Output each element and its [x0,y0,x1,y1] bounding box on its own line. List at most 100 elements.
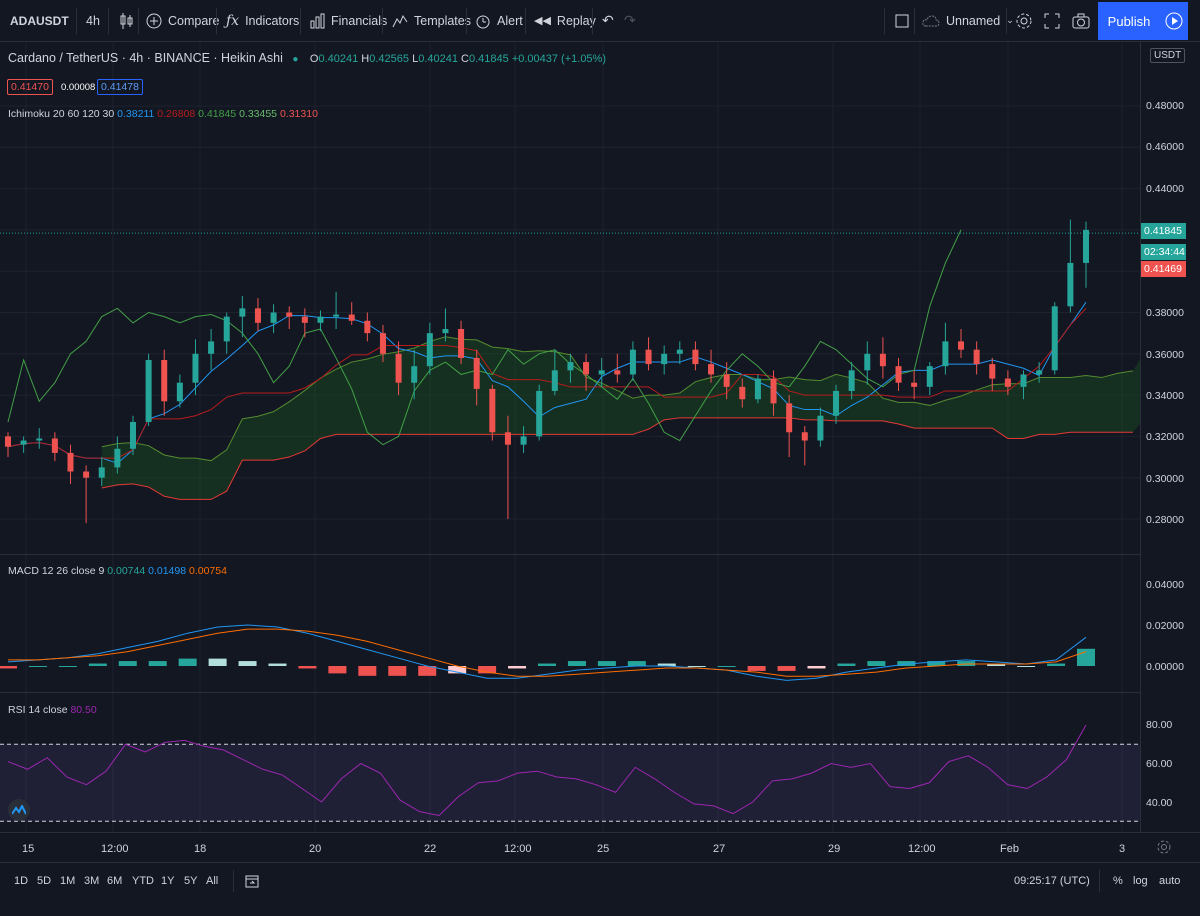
candle-body [254,308,261,323]
alert-button[interactable]: Alert [469,0,529,41]
macd-histogram-bar [148,661,167,666]
ichimoku-legend[interactable]: Ichimoku 20 60 120 30 0.38211 0.26808 0.… [8,108,318,120]
candle-body [208,341,215,354]
bid-button[interactable]: 0.41470 [7,79,53,95]
range-1y-button[interactable]: 1Y [161,875,174,887]
replay-button[interactable]: ◀◀ Replay [528,0,602,41]
interval-button[interactable]: 4h [80,0,106,41]
fx-icon: ƒx [226,12,240,29]
bar-chart-icon [310,13,325,28]
range-5y-button[interactable]: 5Y [184,875,197,887]
candle-body [176,382,183,402]
candle-body [958,341,965,350]
chart-type-button[interactable] [112,0,140,41]
multi-layout-button[interactable] [888,0,916,41]
candle-body [98,467,105,478]
pane-divider[interactable] [0,692,1140,693]
interval-label: 4h [86,13,100,28]
candle-body [1083,229,1089,263]
range-all-button[interactable]: All [206,875,218,887]
candle-body [583,362,590,375]
indicators-button[interactable]: ƒx Indicators [220,0,305,41]
macd-histogram-bar [238,661,257,666]
symbol-search-button[interactable]: ADAUSDT [4,0,75,41]
time-tick: 12:00 [101,843,129,855]
chart-canvas[interactable] [0,42,1140,832]
time-tick: 18 [194,843,207,855]
candle-body [661,353,668,365]
range-5d-button[interactable]: 5D [37,875,51,887]
macd-histogram-bar [88,663,107,666]
range-ytd-button[interactable]: YTD [132,875,154,887]
financials-button[interactable]: Financials [303,0,393,41]
range-6m-button[interactable]: 6M [107,875,122,887]
templates-button[interactable]: Templates [386,0,477,41]
ichimoku-base: 0.26808 [157,108,196,120]
redo-button[interactable]: ↷ [618,0,642,41]
low-value: 0.40241 [418,53,458,65]
candle-body [458,329,465,358]
price-tick: 0.36000 [1146,349,1184,361]
candle-body [708,364,715,375]
close-label: C [461,53,469,65]
layout-menu-button[interactable]: Unnamed ⌄ [916,0,1020,41]
candle-body [567,362,574,371]
candle-body [520,436,527,445]
candle-body [395,353,402,383]
candle-body [286,312,293,317]
macd-legend[interactable]: MACD 12 26 close 9 0.00744 0.01498 0.007… [8,565,227,577]
macd-histogram-bar [717,666,736,667]
macd-histogram-bar [328,666,347,674]
candle-body [129,421,136,449]
settings-button[interactable] [1009,0,1039,41]
rsi-legend[interactable]: RSI 14 close 80.50 [8,704,97,716]
macd-signal-value: 0.00754 [189,565,227,577]
tradingview-logo[interactable] [8,799,30,821]
alert-label: Alert [497,13,523,28]
log-scale-toggle[interactable]: log [1133,875,1148,887]
play-button[interactable] [1160,2,1188,40]
candle-body [551,370,558,391]
range-3m-button[interactable]: 3M [84,875,99,887]
pane-divider[interactable] [0,554,1140,555]
candle-body [223,316,230,342]
macd-tick: 0.02000 [1146,620,1184,632]
percent-scale-toggle[interactable]: % [1113,875,1123,887]
goto-date-button[interactable] [244,873,260,892]
macd-histogram-bar [1047,663,1066,666]
close-value: 0.41845 [468,53,509,65]
currency-button[interactable]: USDT [1150,48,1186,63]
macd-histogram-bar [807,666,826,669]
candle-body [676,349,683,354]
candle-body [911,382,918,387]
macd-histogram-bar [0,666,17,669]
macd-histogram-bar [178,658,197,666]
rsi-value: 80.50 [70,704,97,716]
ask-value: 0.41478 [101,81,139,93]
auto-scale-toggle[interactable]: auto [1159,875,1180,887]
market-status-dot: ● [292,54,299,65]
range-1m-button[interactable]: 1M [60,875,75,887]
fullscreen-button[interactable] [1038,0,1066,41]
rsi-tick: 80.00 [1146,719,1173,731]
candle-body [879,353,886,367]
ichimoku-conversion: 0.38211 [117,108,155,120]
ask-button[interactable]: 0.41478 [97,79,143,95]
undo-button[interactable]: ↶ [596,0,620,41]
axis-settings-button[interactable] [1156,839,1172,858]
publish-button[interactable]: Publish [1098,2,1160,40]
range-1d-button[interactable]: 1D [14,875,28,887]
candle-body [426,333,433,367]
timezone-clock[interactable]: 09:25:17 (UTC) [1014,875,1090,887]
grid-lines [0,42,1140,832]
compare-button[interactable]: Compare [140,0,225,41]
time-tick: 12:00 [908,843,936,855]
price-tick: 0.38000 [1146,307,1184,319]
macd-histogram-bar [597,661,616,666]
candle-body [504,432,511,445]
candle-body [973,349,980,365]
candle-body [801,432,808,441]
macd-tick: 0.04000 [1146,579,1184,591]
snapshot-button[interactable] [1066,0,1096,41]
candle-body [114,448,121,468]
